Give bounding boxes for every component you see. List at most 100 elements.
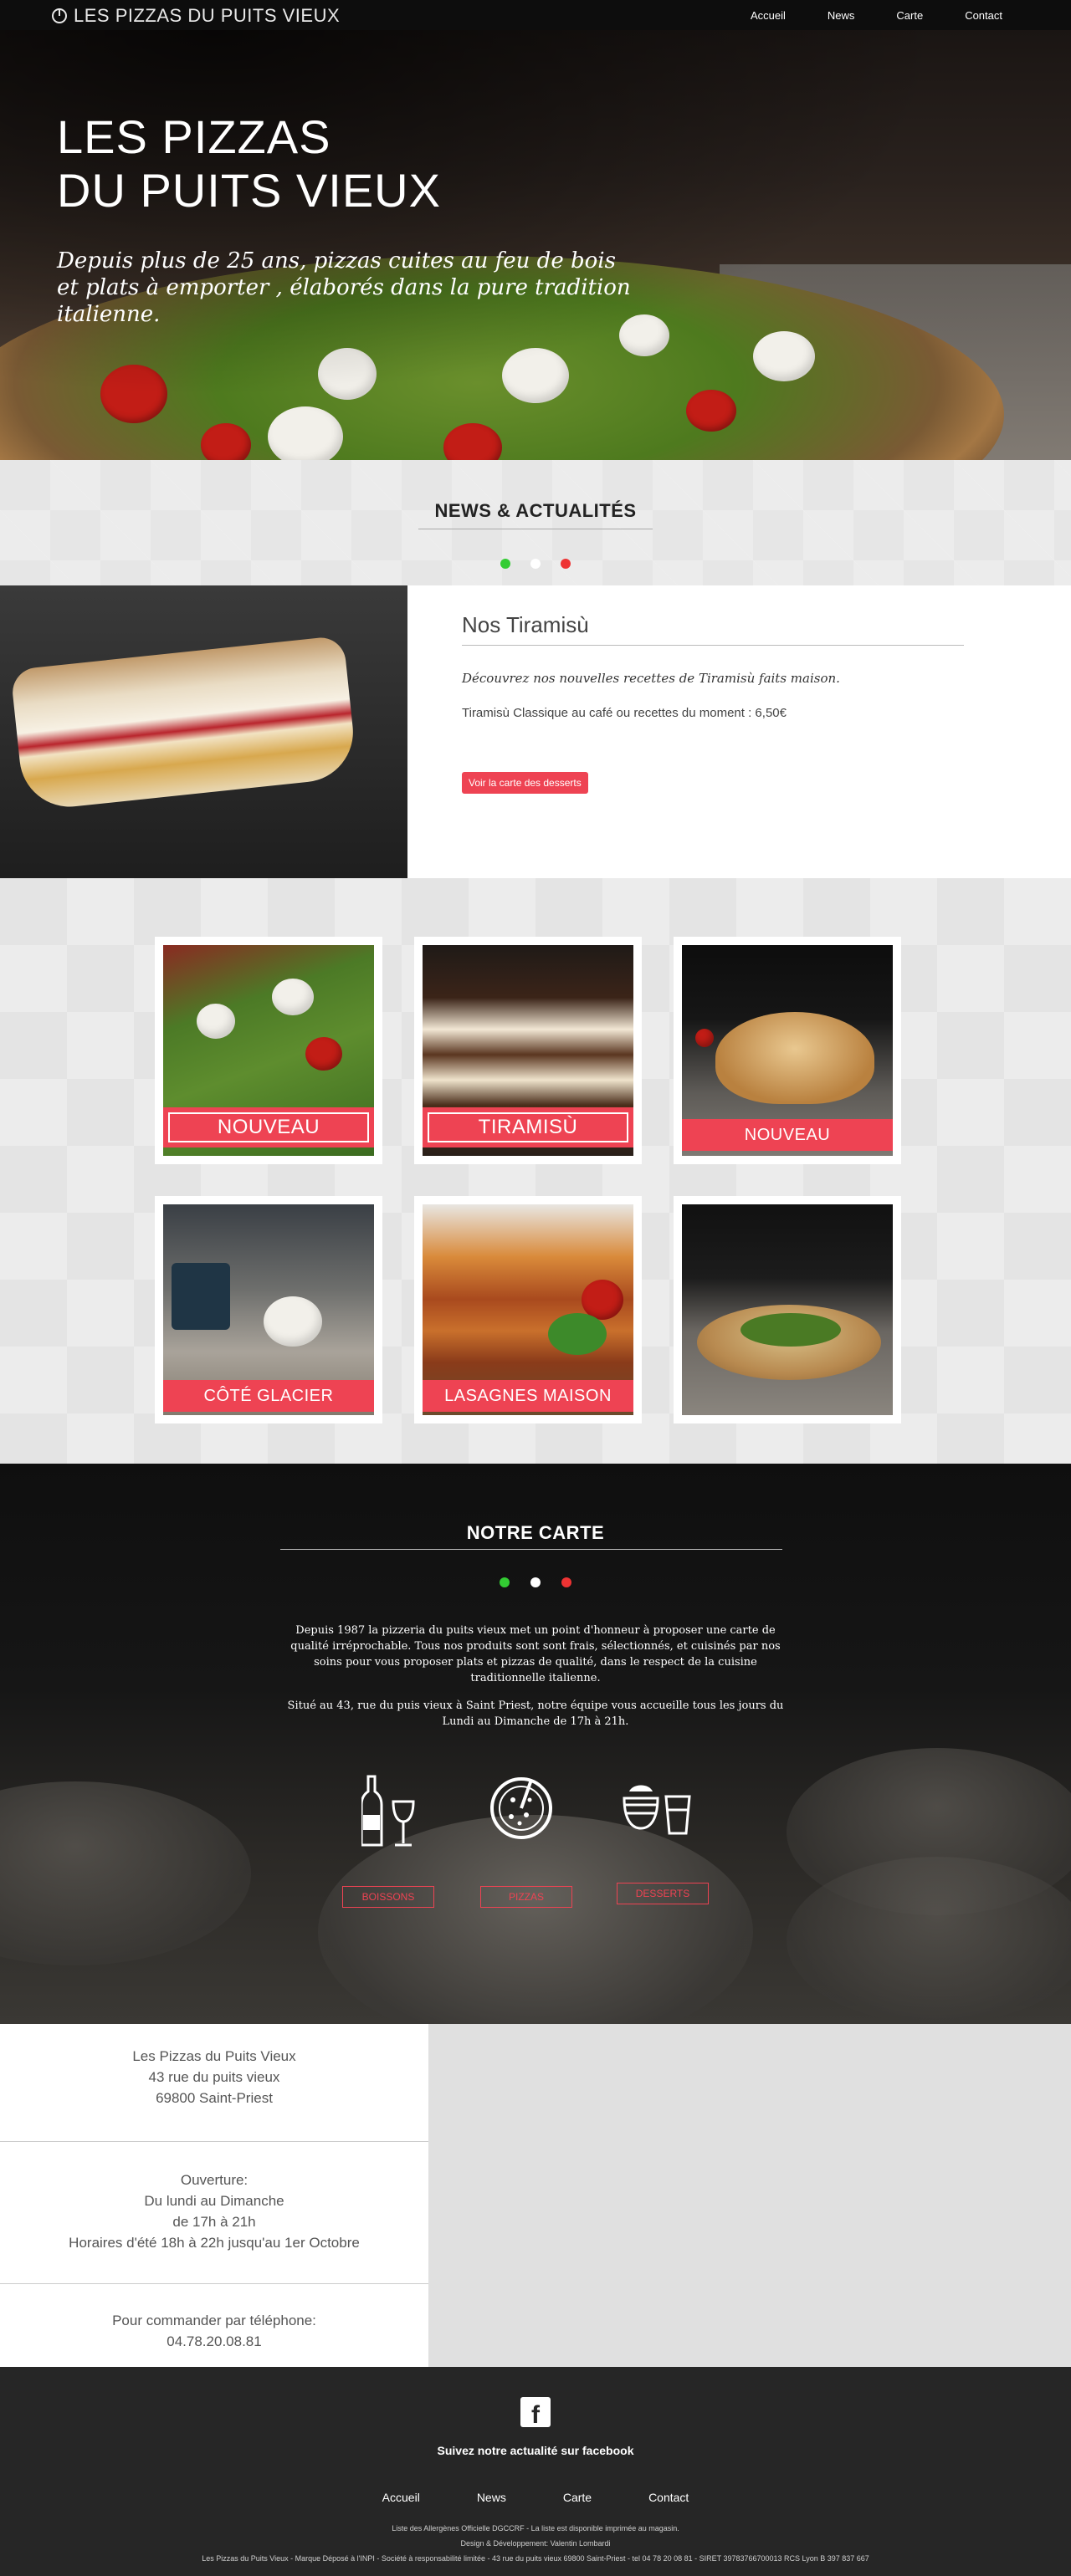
promo-tile-glacier[interactable]: CÔTÉ GLACIER [155, 1196, 382, 1423]
info-divider [0, 2283, 428, 2284]
main-nav: Accueil News Carte Contact [709, 9, 1002, 22]
tile-tomato [305, 1037, 342, 1071]
nav-news[interactable]: News [828, 9, 855, 22]
tiramisu-photo [0, 585, 407, 878]
footer-nav: Accueil News Carte Contact [0, 2491, 1071, 2504]
tile-mozzarella [272, 979, 314, 1015]
logo-icon [52, 8, 67, 23]
slider-dot-2[interactable] [530, 559, 541, 569]
hours-line: Ouverture: [180, 2172, 249, 2188]
promo-tile-tiramisu[interactable]: TIRAMISÙ [414, 937, 642, 1164]
news-lead: Découvrez nos nouvelles recettes de Tira… [462, 671, 840, 686]
hours-line: Horaires d'été 18h à 22h jusqu'au 1er Oc… [69, 2235, 360, 2251]
menu-slider-dots [0, 1577, 1071, 1587]
slider-dot-3[interactable] [561, 1577, 571, 1587]
slider-dot-1[interactable] [500, 559, 510, 569]
top-navbar: LES PIZZAS DU PUITS VIEUX Accueil News C… [0, 0, 1071, 30]
ice-cream-photo: CÔTÉ GLACIER [163, 1204, 374, 1415]
hero-banner: LES PIZZAS DU PUITS VIEUX Depuis plus de… [0, 30, 1071, 460]
phone-number[interactable]: 04.78.20.08.81 [0, 2331, 428, 2352]
footer-nav-news[interactable]: News [477, 2491, 506, 2504]
footer-nav-contact[interactable]: Contact [648, 2491, 689, 2504]
news-slider-dots [0, 559, 1071, 569]
design-credit: Design & Développement: Valentin Lombard… [460, 2539, 611, 2548]
nav-carte[interactable]: Carte [896, 9, 923, 22]
hero-overlay [0, 30, 1071, 460]
address-line: Les Pizzas du Puits Vieux [132, 2048, 296, 2064]
dessert-menu-button[interactable]: Voir la carte des desserts [462, 772, 588, 794]
promo-tiles-section: NOUVEAU TIRAMISÙ NOUVEAU CÔTÉ GLACIER LA… [0, 878, 1071, 1464]
allergens-notice[interactable]: Liste des Allergènes Officielle DGCCRF -… [0, 2524, 1071, 2533]
footer-nav-accueil[interactable]: Accueil [382, 2491, 420, 2504]
phone-label: Pour commander par téléphone: [112, 2313, 316, 2328]
footer-nav-carte[interactable]: Carte [563, 2491, 592, 2504]
hero-title-line1: LES PIZZAS [57, 110, 331, 163]
footer: f Suivez notre actualité sur facebook Ac… [0, 2367, 1071, 2576]
dough-ball [0, 1781, 251, 1965]
tile-mozzarella [197, 1004, 235, 1039]
slider-dot-3[interactable] [561, 559, 571, 569]
nav-accueil[interactable]: Accueil [751, 9, 786, 22]
tile-label: NOUVEAU [163, 1107, 374, 1147]
dough-ball [787, 1857, 1071, 2024]
news-section-header: NEWS & ACTUALITÉS [0, 460, 1071, 585]
menu-paragraph-2: Situé au 43, rue du puis vieux à Saint P… [287, 1699, 784, 1728]
ice-cream-tub [172, 1263, 230, 1330]
news-title: Nos Tiramisù [462, 612, 964, 646]
menu-paragraph-1: Depuis 1987 la pizzeria du puits vieux m… [290, 1624, 781, 1684]
tiramisu-slice [10, 635, 358, 812]
menu-description: Depuis 1987 la pizzeria du puits vieux m… [276, 1623, 795, 1741]
pizzas-button[interactable]: PIZZAS [480, 1886, 572, 1908]
address-line: 43 rue du puits vieux [148, 2069, 280, 2085]
news-section-title: NEWS & ACTUALITÉS [434, 500, 637, 521]
lasagna-photo: LASAGNES MAISON [423, 1204, 633, 1415]
calzone-photo: NOUVEAU [682, 945, 893, 1156]
tile-label: TIRAMISÙ [423, 1107, 633, 1147]
slider-dot-2[interactable] [530, 1577, 541, 1587]
hero-subtitle: Depuis plus de 25 ans, pizzas cuites au … [57, 248, 631, 327]
tile-tomato [695, 1029, 714, 1047]
dessert-icon [623, 1785, 691, 1835]
promo-tile-nouveau[interactable]: NOUVEAU [155, 937, 382, 1164]
tile-label: NOUVEAU [682, 1119, 893, 1151]
news-text: Tiramisù Classique au café ou recettes d… [462, 706, 787, 720]
map-area[interactable] [428, 2024, 1071, 2367]
menu-section: NOTRE CARTE Depuis 1987 la pizzeria du p… [0, 1464, 1071, 2024]
contact-info: Les Pizzas du Puits Vieux 43 rue du puit… [0, 2024, 428, 2367]
news-card: Nos Tiramisù Découvrez nos nouvelles rec… [0, 585, 1071, 878]
company-legal-info: Les Pizzas du Puits Vieux - Marque Dépos… [202, 2554, 869, 2563]
slider-dot-1[interactable] [500, 1577, 510, 1587]
promo-tile-nouveau-2[interactable]: NOUVEAU [674, 937, 901, 1164]
tiramisu-photo: TIRAMISÙ [423, 945, 633, 1156]
facebook-icon[interactable]: f [520, 2397, 551, 2429]
ice-cream-scoop [264, 1296, 322, 1347]
hours-line: de 17h à 21h [172, 2214, 256, 2230]
opening-hours-block: Ouverture: Du lundi au Dimanche de 17h à… [0, 2170, 428, 2253]
menu-section-title: NOTRE CARTE [466, 1522, 605, 1543]
brand-name: LES PIZZAS DU PUITS VIEUX [74, 5, 341, 26]
news-content: Nos Tiramisù Découvrez nos nouvelles rec… [462, 612, 964, 794]
desserts-button[interactable]: DESSERTS [617, 1883, 709, 1904]
promo-tile-lasagnes[interactable]: LASAGNES MAISON [414, 1196, 642, 1423]
phone-block: Pour commander par téléphone: 04.78.20.0… [0, 2310, 428, 2352]
info-divider [0, 2141, 428, 2142]
hours-line: Du lundi au Dimanche [144, 2193, 284, 2209]
nav-contact[interactable]: Contact [965, 9, 1002, 22]
menu-title-rule [280, 1549, 782, 1550]
pizza-photo: NOUVEAU [163, 945, 374, 1156]
address-line: 69800 Saint-Priest [156, 2090, 273, 2106]
promo-tile-pizza-burger[interactable] [674, 1196, 901, 1423]
pizza-icon [490, 1777, 552, 1839]
pizza-topping [740, 1313, 841, 1347]
basil-leaf [548, 1313, 607, 1355]
hero-title-line2: DU PUITS VIEUX [57, 164, 441, 217]
tile-label: LASAGNES MAISON [423, 1380, 633, 1412]
hero-title: LES PIZZAS DU PUITS VIEUX [57, 110, 441, 217]
calzone [715, 1012, 874, 1104]
tile-label: CÔTÉ GLACIER [163, 1380, 374, 1412]
facebook-follow-text[interactable]: Suivez notre actualité sur facebook [0, 2444, 1071, 2457]
bottle-glass-icon [361, 1775, 415, 1847]
pizza-burger-photo [682, 1204, 893, 1415]
brand-logo[interactable]: LES PIZZAS DU PUITS VIEUX [52, 5, 340, 27]
drinks-button[interactable]: BOISSONS [342, 1886, 434, 1908]
